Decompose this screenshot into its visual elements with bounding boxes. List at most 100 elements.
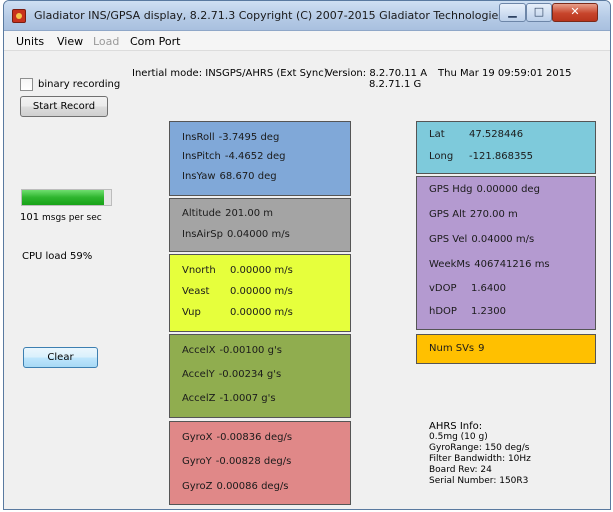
title-bar[interactable]: Gladiator INS/GPSA display, 8.2.71.3 Cop… xyxy=(4,1,610,31)
ahrs-info-line: 0.5mg (10 g) xyxy=(429,432,488,442)
week-ms-value: 406741216 ms xyxy=(474,259,550,270)
gyro-y-value: -0.00828 deg/s xyxy=(215,456,292,467)
accel-panel: AccelX -0.00100 g's AccelY -0.00234 g's Ac… xyxy=(169,334,351,418)
position-panel: Lat 47.528446 Long -121.868355 xyxy=(416,121,596,174)
gyro-z-label: GyroZ xyxy=(182,481,213,492)
accel-x-row: AccelX -0.00100 g's xyxy=(182,345,282,356)
vdop-value: 1.6400 xyxy=(471,283,506,294)
ins-pitch-value: -4.4652 deg xyxy=(224,151,286,162)
ins-yaw-value: 68.670 deg xyxy=(219,171,277,182)
vup-value: 0.00000 m/s xyxy=(230,307,293,318)
long-value: -121.868355 xyxy=(469,151,534,162)
veast-value: 0.00000 m/s xyxy=(230,286,293,297)
long-label: Long xyxy=(429,151,454,162)
ins-roll-row: InsRoll -3.7495 deg xyxy=(182,132,279,143)
gyro-x-row: GyroX -0.00836 deg/s xyxy=(182,432,292,443)
ahrs-info-title: AHRS Info: xyxy=(429,421,483,432)
gps-alt-label: GPS Alt xyxy=(429,209,466,220)
ins-roll-label: InsRoll xyxy=(182,132,215,143)
ahrs-info: AHRS Info: 0.5mg (10 g) GyroRange: 150 d… xyxy=(429,421,531,487)
ahrs-info-line: Board Rev: 24 xyxy=(429,465,492,475)
ins-yaw-row: InsYaw 68.670 deg xyxy=(182,171,277,182)
vup-row: Vup 0.00000 m/s xyxy=(182,307,293,318)
lat-label: Lat xyxy=(429,129,445,140)
message-rate-progress-bar xyxy=(21,189,112,206)
binary-recording-label: binary recording xyxy=(38,79,121,90)
gps-vel-value: 0.04000 m/s xyxy=(471,234,535,245)
long-row: Long -121.868355 xyxy=(429,151,533,162)
clear-button[interactable]: Clear xyxy=(23,347,98,368)
maximize-button[interactable]: □ xyxy=(526,3,552,22)
altitude-panel: Altitude 201.00 m InsAirSp 0.04000 m/s xyxy=(169,198,351,252)
app-logo-icon xyxy=(12,9,26,23)
hdop-value: 1.2300 xyxy=(471,306,506,317)
gps-hdg-value: 0.00000 deg xyxy=(476,184,540,195)
version-text: Version: 8.2.70.11 A xyxy=(326,68,428,79)
gyro-panel: GyroX -0.00836 deg/s GyroY -0.00828 deg/s … xyxy=(169,421,351,505)
gyro-x-value: -0.00836 deg/s xyxy=(216,432,293,443)
gyro-z-row: GyroZ 0.00086 deg/s xyxy=(182,481,289,492)
veast-label: Veast xyxy=(182,286,210,297)
gyro-z-value: 0.00086 deg/s xyxy=(216,481,289,492)
menu-com-port[interactable]: Com Port xyxy=(130,35,180,48)
num-svs-panel: Num SVs 9 xyxy=(416,334,596,364)
gps-panel: GPS Hdg 0.00000 deg GPS Alt 270.00 m GPS V… xyxy=(416,176,596,330)
airspeed-row: InsAirSp 0.04000 m/s xyxy=(182,229,290,240)
msgs-rate-value: 101 xyxy=(20,212,40,223)
gps-hdg-row: GPS Hdg 0.00000 deg xyxy=(429,184,540,195)
accel-x-value: -0.00100 g's xyxy=(219,345,282,356)
datetime-text: Thu Mar 19 09:59:01 2015 xyxy=(438,68,572,79)
num-svs-label: Num SVs xyxy=(429,343,475,354)
ahrs-info-line: Serial Number: 150R3 xyxy=(429,476,529,486)
accel-y-value: -0.00234 g's xyxy=(218,369,282,380)
vnorth-value: 0.00000 m/s xyxy=(230,265,293,276)
airspeed-label: InsAirSp xyxy=(182,229,223,240)
altitude-value: 201.00 m xyxy=(225,208,273,219)
accel-z-label: AccelZ xyxy=(182,393,216,404)
accel-y-label: AccelY xyxy=(182,369,215,380)
accel-x-label: AccelX xyxy=(182,345,216,356)
velocity-panel: Vnorth 0.00000 m/s Veast 0.00000 m/s Vup 0.… xyxy=(169,254,351,332)
week-ms-label: WeekMs xyxy=(429,259,471,270)
menu-load: Load xyxy=(93,35,120,48)
altitude-row: Altitude 201.00 m xyxy=(182,208,273,219)
week-ms-row: WeekMs 406741216 ms xyxy=(429,259,550,270)
checkbox-box[interactable] xyxy=(20,78,33,91)
close-button[interactable]: ✕ xyxy=(552,3,598,22)
start-record-button[interactable]: Start Record xyxy=(20,96,108,117)
version-text-secondary: 8.2.71.1 G xyxy=(369,79,422,90)
minimize-button[interactable]: ▁ xyxy=(499,3,526,22)
gyro-x-label: GyroX xyxy=(182,432,213,443)
menu-units[interactable]: Units xyxy=(16,35,44,48)
num-svs-value: 9 xyxy=(478,343,485,354)
altitude-label: Altitude xyxy=(182,208,222,219)
ins-pitch-row: InsPitch -4.4652 deg xyxy=(182,151,285,162)
ahrs-info-line: Filter Bandwidth: 10Hz xyxy=(429,454,531,464)
vnorth-label: Vnorth xyxy=(182,265,216,276)
ins-pitch-label: InsPitch xyxy=(182,151,221,162)
gps-vel-label: GPS Vel xyxy=(429,234,468,245)
cpu-load-text: CPU load 59% xyxy=(22,251,93,262)
msgs-rate-unit: msgs per sec xyxy=(42,213,102,223)
progress-fill xyxy=(22,190,104,205)
lat-value: 47.528446 xyxy=(469,129,524,140)
accel-z-value: -1.0007 g's xyxy=(219,393,276,404)
gps-alt-row: GPS Alt 270.00 m xyxy=(429,209,518,220)
gps-alt-value: 270.00 m xyxy=(469,209,518,220)
gps-vel-row: GPS Vel 0.04000 m/s xyxy=(429,234,534,245)
gyro-y-row: GyroY -0.00828 deg/s xyxy=(182,456,291,467)
ins-roll-value: -3.7495 deg xyxy=(218,132,280,143)
app-window: Gladiator INS/GPSA display, 8.2.71.3 Cop… xyxy=(3,0,611,510)
airspeed-value: 0.04000 m/s xyxy=(226,229,290,240)
ins-yaw-label: InsYaw xyxy=(182,171,216,182)
num-svs-row: Num SVs 9 xyxy=(429,343,485,354)
gyro-y-label: GyroY xyxy=(182,456,212,467)
vup-label: Vup xyxy=(182,307,201,318)
window-title: Gladiator INS/GPSA display, 8.2.71.3 Cop… xyxy=(34,9,531,22)
attitude-panel: InsRoll -3.7495 deg InsPitch -4.4652 deg I… xyxy=(169,121,351,196)
gps-hdg-label: GPS Hdg xyxy=(429,184,473,195)
inertial-mode-text: Inertial mode: INSGPS/AHRS (Ext Sync) xyxy=(132,68,328,79)
vdop-label: vDOP xyxy=(429,283,457,294)
menu-view[interactable]: View xyxy=(57,35,83,48)
hdop-label: hDOP xyxy=(429,306,457,317)
